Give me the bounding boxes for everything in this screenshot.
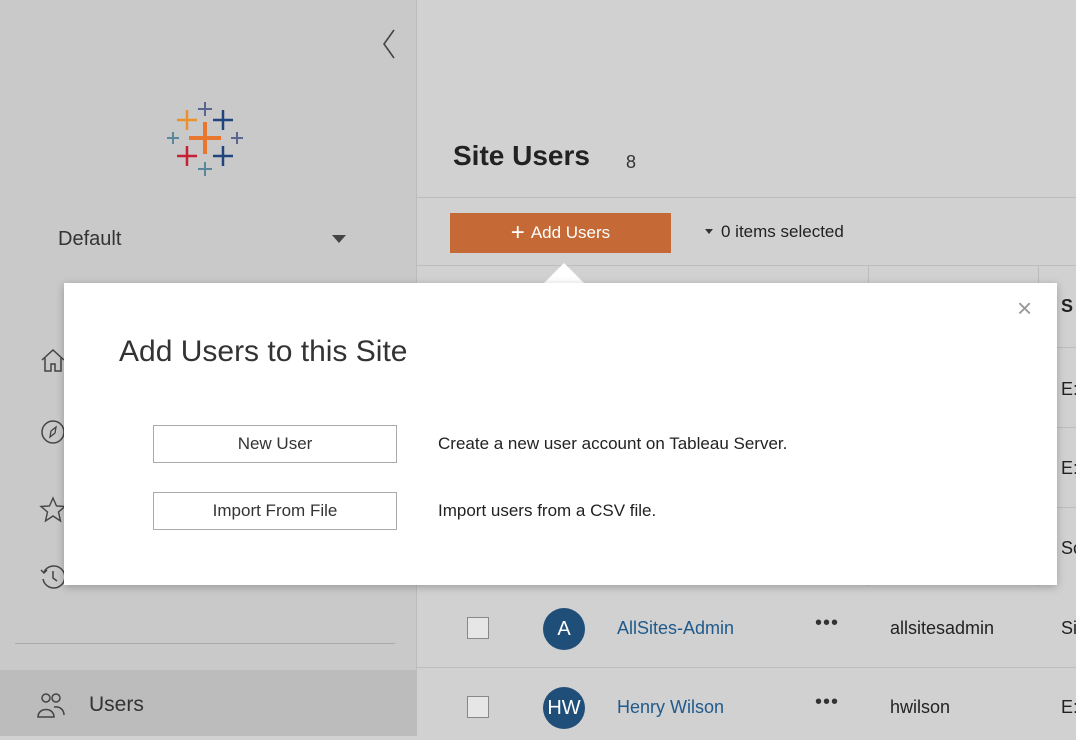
more-actions-button[interactable]: ••• [815, 691, 839, 714]
tableau-logo [165, 100, 245, 180]
site-name: Default [58, 228, 122, 250]
username: hwilson [890, 697, 951, 717]
caret-down-icon [332, 235, 346, 243]
avatar: A [543, 608, 585, 650]
site-role: Si [1061, 618, 1076, 638]
more-actions-button[interactable]: ••• [815, 612, 839, 635]
items-selected-label: 0 items selected [721, 222, 844, 241]
plus-icon: + [510, 219, 525, 246]
site-role: E: [1061, 379, 1076, 399]
sidebar-item-label: Users [89, 693, 144, 716]
table-header-divider [417, 265, 1076, 266]
page-title: Site Users [453, 140, 590, 171]
sidebar-divider [15, 643, 395, 644]
close-icon[interactable]: × [1017, 295, 1032, 321]
row-checkbox[interactable] [467, 696, 489, 718]
site-selector[interactable]: Default [58, 222, 358, 256]
sidebar-item-users[interactable]: Users [0, 670, 416, 736]
import-from-file-description: Import users from a CSV file. [438, 501, 657, 520]
user-name-link[interactable]: Henry Wilson [617, 697, 724, 718]
row-divider [417, 667, 1076, 668]
users-icon [36, 691, 66, 719]
user-name-link[interactable]: AllSites-Admin [617, 618, 734, 639]
username: allsitesadmin [890, 618, 995, 638]
new-user-button[interactable]: New User [153, 425, 397, 463]
add-users-label: Add Users [530, 223, 611, 242]
title-divider [417, 197, 1076, 198]
row-checkbox[interactable] [467, 617, 489, 639]
selection-menu[interactable]: 0 items selected [705, 222, 844, 242]
user-count: 8 [626, 152, 637, 172]
chevron-left-icon [383, 29, 395, 59]
column-header-site-role[interactable]: S [1061, 296, 1073, 317]
site-role: Sc [1061, 538, 1076, 558]
popover-title: Add Users to this Site [119, 335, 408, 368]
import-from-file-button[interactable]: Import From File [153, 492, 397, 530]
new-user-description: Create a new user account on Tableau Ser… [438, 434, 788, 453]
popover-arrow [544, 263, 584, 283]
site-role: E: [1061, 458, 1076, 478]
caret-down-icon [705, 229, 713, 234]
add-users-popover: × Add Users to this Site New User Create… [64, 283, 1057, 585]
table-row[interactable]: HW Henry Wilson ••• hwilson E: [417, 678, 1076, 740]
site-role: E: [1061, 697, 1076, 717]
table-row[interactable]: A AllSites-Admin ••• allsitesadmin Si [417, 599, 1076, 661]
collapse-sidebar-button[interactable] [376, 24, 406, 64]
add-users-button[interactable]: + Add Users [450, 213, 671, 253]
avatar: HW [543, 687, 585, 729]
